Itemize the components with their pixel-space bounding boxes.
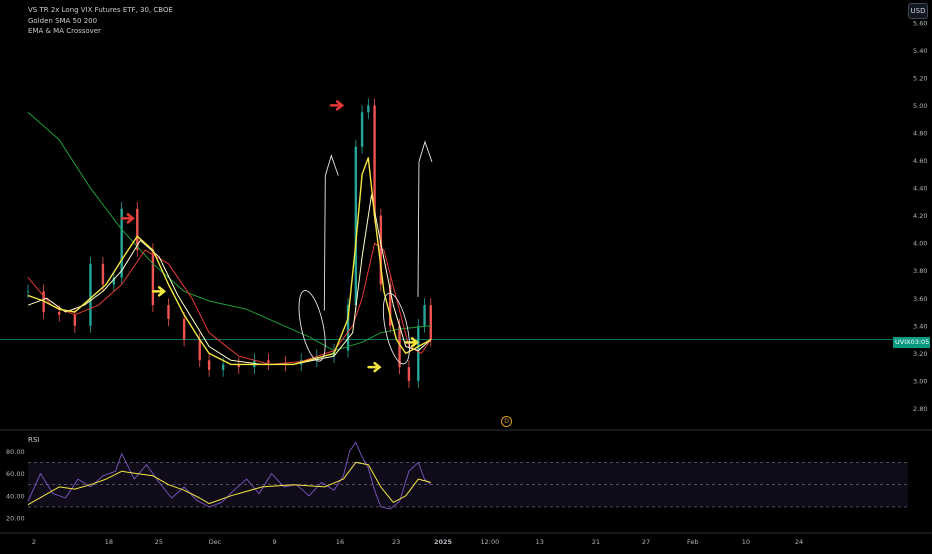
price-tick-label: 4.20 — [913, 212, 927, 220]
last-price-tag: UVIX 03:05 — [893, 337, 930, 348]
symbol-title[interactable]: VS TR 2x Long VIX Futures ETF, 30, CBOE — [28, 5, 173, 16]
chart-legend: VS TR 2x Long VIX Futures ETF, 30, CBOE … — [28, 5, 173, 37]
candle-body — [373, 105, 376, 216]
time-tick-label: 9 — [272, 538, 276, 546]
time-tick-label: 21 — [592, 538, 600, 546]
price-tick-label: 5.40 — [913, 47, 927, 55]
time-tick-label: 18 — [105, 538, 113, 546]
candle-body — [182, 318, 186, 340]
candle-body — [221, 364, 225, 370]
candle-body — [73, 314, 77, 326]
time-tick-label: 13 — [536, 538, 544, 546]
candle-body — [417, 325, 420, 381]
candle-body — [26, 291, 30, 293]
price-tick-label: 5.20 — [913, 74, 927, 82]
rsi-tick-label: 20.00 — [6, 515, 25, 523]
candle-body — [407, 367, 411, 381]
chart-svg[interactable]: 5.60 5.40 5.20 5.00 4.80 4.60 4.40 4.20 4.00 3.80… — [0, 0, 932, 550]
currency-button[interactable]: USD — [908, 3, 928, 19]
price-tick-label: 3.40 — [913, 322, 927, 330]
candle-body — [198, 339, 201, 361]
time-tick-label: Feb — [687, 538, 699, 546]
candle-body — [367, 105, 370, 113]
time-tick-label: 23 — [392, 538, 400, 546]
indicator-ema-ma-crossover[interactable]: EMA & MA Crossover — [28, 26, 173, 37]
candle-body — [207, 360, 211, 370]
time-tick-label: 12:00 — [480, 538, 499, 546]
candle-body — [267, 360, 270, 364]
chart-root[interactable]: 5.60 5.40 5.20 5.00 4.80 4.60 4.40 4.20 4.00 3.80… — [0, 0, 932, 550]
price-tick-label: 2.80 — [913, 405, 927, 413]
time-tick-label: Dec — [209, 538, 222, 546]
last-price-symbol: UVIX — [895, 338, 911, 346]
rsi-tick-label: 60.00 — [6, 470, 25, 478]
last-price-countdown: 03:05 — [910, 338, 930, 346]
price-tick-label: 4.00 — [913, 240, 927, 248]
price-tick-label: 5.60 — [913, 19, 927, 27]
price-tick-label: 3.60 — [913, 295, 927, 303]
candle-body — [167, 305, 170, 319]
indicator-golden-sma[interactable]: Golden SMA 50 200 — [28, 16, 173, 27]
price-tick-label: 3.00 — [913, 377, 927, 385]
candle-body — [89, 263, 92, 326]
rsi-background — [28, 462, 908, 508]
candle-body — [423, 305, 426, 326]
time-tick-label: 2 — [32, 538, 36, 546]
time-tick-label: 27 — [642, 538, 650, 546]
candle-body — [360, 112, 364, 147]
candle-body — [429, 305, 432, 340]
candle-body — [151, 250, 155, 306]
time-tick-label: 2025 — [434, 538, 453, 546]
price-axis[interactable]: 5.60 5.40 5.20 5.00 4.80 4.60 4.40 4.20 4.00 3.80… — [913, 19, 927, 413]
price-tick-label: 4.80 — [913, 129, 927, 137]
rsi-legend-title[interactable]: RSI — [28, 436, 39, 444]
time-tick-label: 16 — [336, 538, 344, 546]
candle-body — [58, 312, 61, 315]
price-tick-label: 3.80 — [913, 267, 927, 275]
time-tick-label: 24 — [795, 538, 803, 546]
rsi-tick-label: 40.00 — [6, 492, 25, 500]
price-tick-label: 5.00 — [913, 102, 927, 110]
candle-body — [101, 263, 105, 285]
time-tick-label: 10 — [742, 538, 750, 546]
dividend-marker[interactable]: D — [501, 416, 512, 427]
price-tick-label: 4.40 — [913, 185, 927, 193]
time-tick-label: 25 — [155, 538, 163, 546]
rsi-tick-label: 80.00 — [6, 448, 25, 456]
price-tick-label: 4.60 — [913, 157, 927, 165]
price-tick-label: 3.20 — [913, 350, 927, 358]
